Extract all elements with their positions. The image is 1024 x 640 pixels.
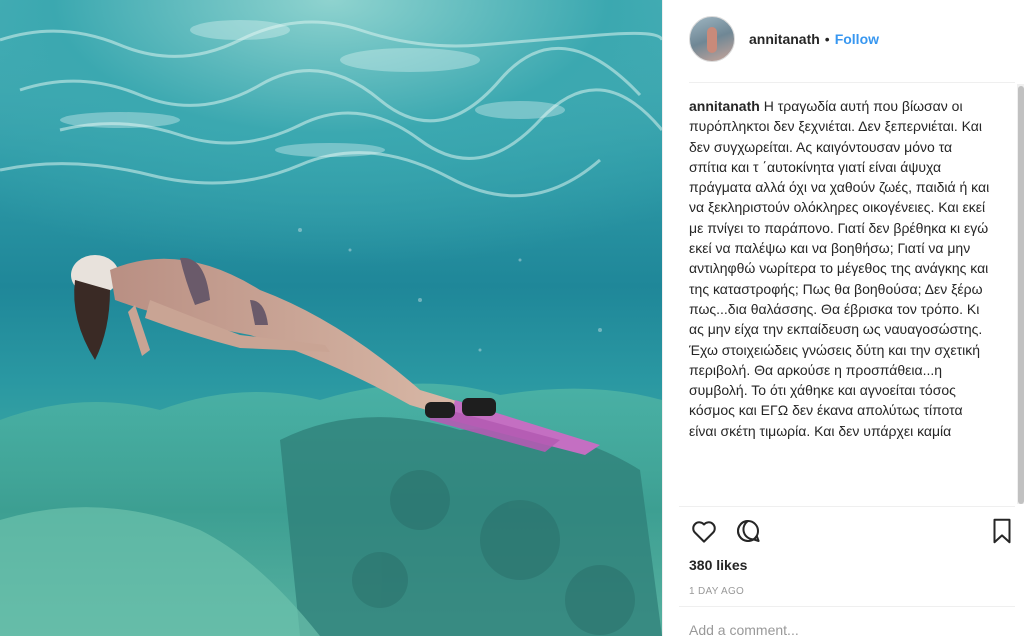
- follow-button[interactable]: Follow: [835, 31, 879, 47]
- scrollbar-thumb[interactable]: [1018, 86, 1024, 504]
- caption-text: Η τραγωδία αυτή που βίωσαν οι πυρόπληκτο…: [689, 98, 990, 439]
- bookmark-icon[interactable]: [987, 516, 1019, 548]
- action-bar: [689, 516, 1019, 550]
- caption: annitanath Η τραγωδία αυτή που βίωσαν οι …: [689, 96, 993, 506]
- username-link[interactable]: annitanath: [749, 31, 820, 47]
- post-photo: [0, 0, 662, 636]
- actions-divider: [679, 506, 1015, 507]
- post-header: annitanath • Follow: [689, 16, 879, 62]
- likes-count[interactable]: 380 likes: [689, 557, 747, 573]
- post-timestamp[interactable]: 1 DAY AGO: [689, 586, 744, 597]
- separator-dot: •: [824, 31, 830, 47]
- post-side-panel: annitanath • Follow annitanath Η τραγωδία…: [662, 0, 1024, 640]
- header-divider: [689, 82, 1015, 83]
- heart-icon[interactable]: [689, 516, 721, 548]
- comment-bubble-icon[interactable]: [733, 516, 765, 548]
- avatar[interactable]: [689, 16, 735, 62]
- caption-scrollbar[interactable]: [1017, 84, 1024, 504]
- comment-input[interactable]: [689, 620, 989, 640]
- caption-username-link[interactable]: annitanath: [689, 98, 760, 114]
- underwater-scene: [0, 20, 662, 636]
- comment-divider: [679, 606, 1015, 607]
